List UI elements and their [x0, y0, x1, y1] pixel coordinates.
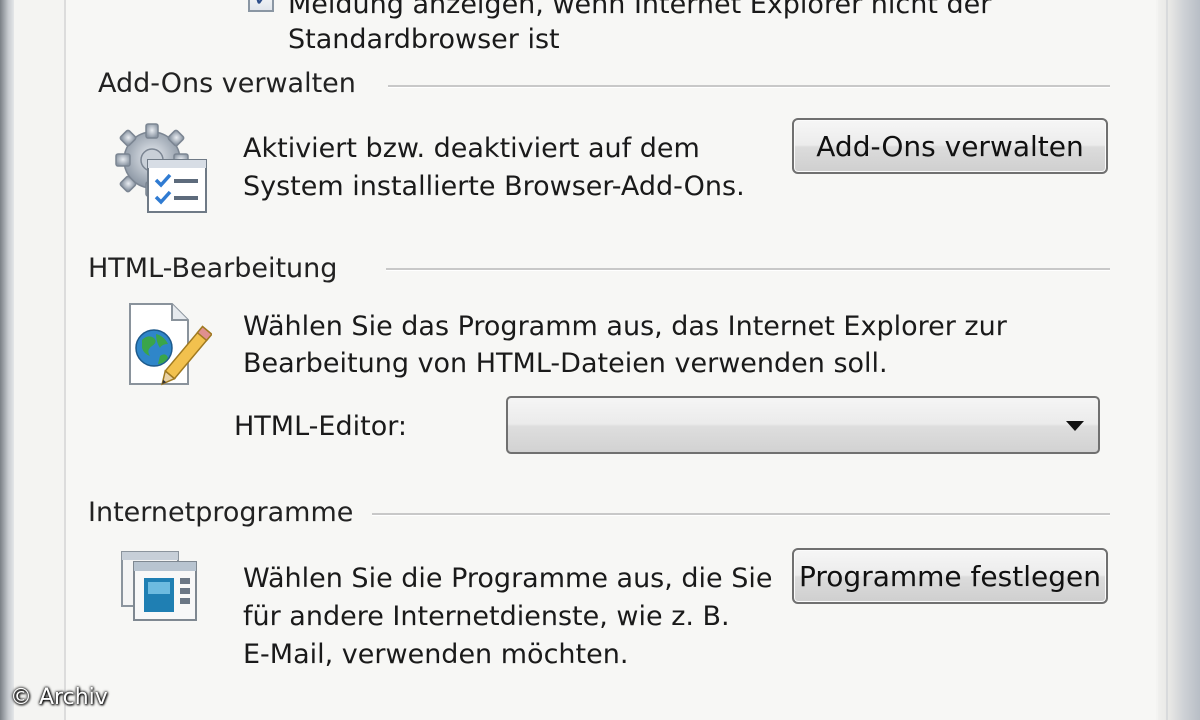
chevron-down-icon: [1066, 421, 1084, 431]
default-browser-label-line2: Standardbrowser ist: [288, 24, 560, 55]
default-browser-checkbox[interactable]: ✓: [248, 0, 274, 12]
html-editor-label: HTML-Editor:: [234, 411, 407, 442]
html-editing-group-title: HTML-Bearbeitung: [88, 253, 338, 284]
internet-programs-description-line2: für andere Internetdienste, wie z. B.: [243, 601, 730, 632]
html-document-edit-icon: [120, 300, 213, 392]
programs-window-icon: [118, 548, 208, 628]
background-window-edge: [0, 0, 14, 720]
window-border-right: [1158, 0, 1200, 720]
set-programs-button[interactable]: Programme festlegen: [792, 548, 1108, 604]
manage-addons-button[interactable]: Add-Ons verwalten: [792, 118, 1108, 174]
addons-description-line2: System installierte Browser-Add-Ons.: [243, 171, 745, 202]
internet-programs-description-line3: E-Mail, verwenden möchten.: [243, 639, 629, 670]
gear-checklist-icon: [112, 118, 212, 218]
addons-description-line1: Aktiviert bzw. deaktiviert auf dem: [243, 133, 700, 164]
copyright-watermark: © Archiv: [10, 685, 108, 710]
internet-programs-group-divider: [372, 513, 1110, 516]
default-browser-label-line1: Meldung anzeigen, wenn Internet Explorer…: [288, 0, 992, 20]
addons-group-title: Add-Ons verwalten: [98, 68, 356, 99]
internet-programs-description-line1: Wählen Sie die Programme aus, die Sie: [243, 563, 773, 594]
html-editor-dropdown[interactable]: [506, 396, 1100, 454]
internet-programs-group-title: Internetprogramme: [88, 497, 354, 528]
internet-options-programs-tab: ✓ Meldung anzeigen, wenn Internet Explor…: [0, 0, 1200, 720]
checkmark-icon: ✓: [253, 0, 273, 12]
html-editing-group-divider: [386, 268, 1110, 271]
html-editing-description-line2: Bearbeitung von HTML-Dateien verwenden s…: [243, 348, 888, 379]
html-editing-description-line1: Wählen Sie das Programm aus, das Interne…: [243, 311, 1007, 342]
addons-group-divider: [388, 85, 1110, 88]
